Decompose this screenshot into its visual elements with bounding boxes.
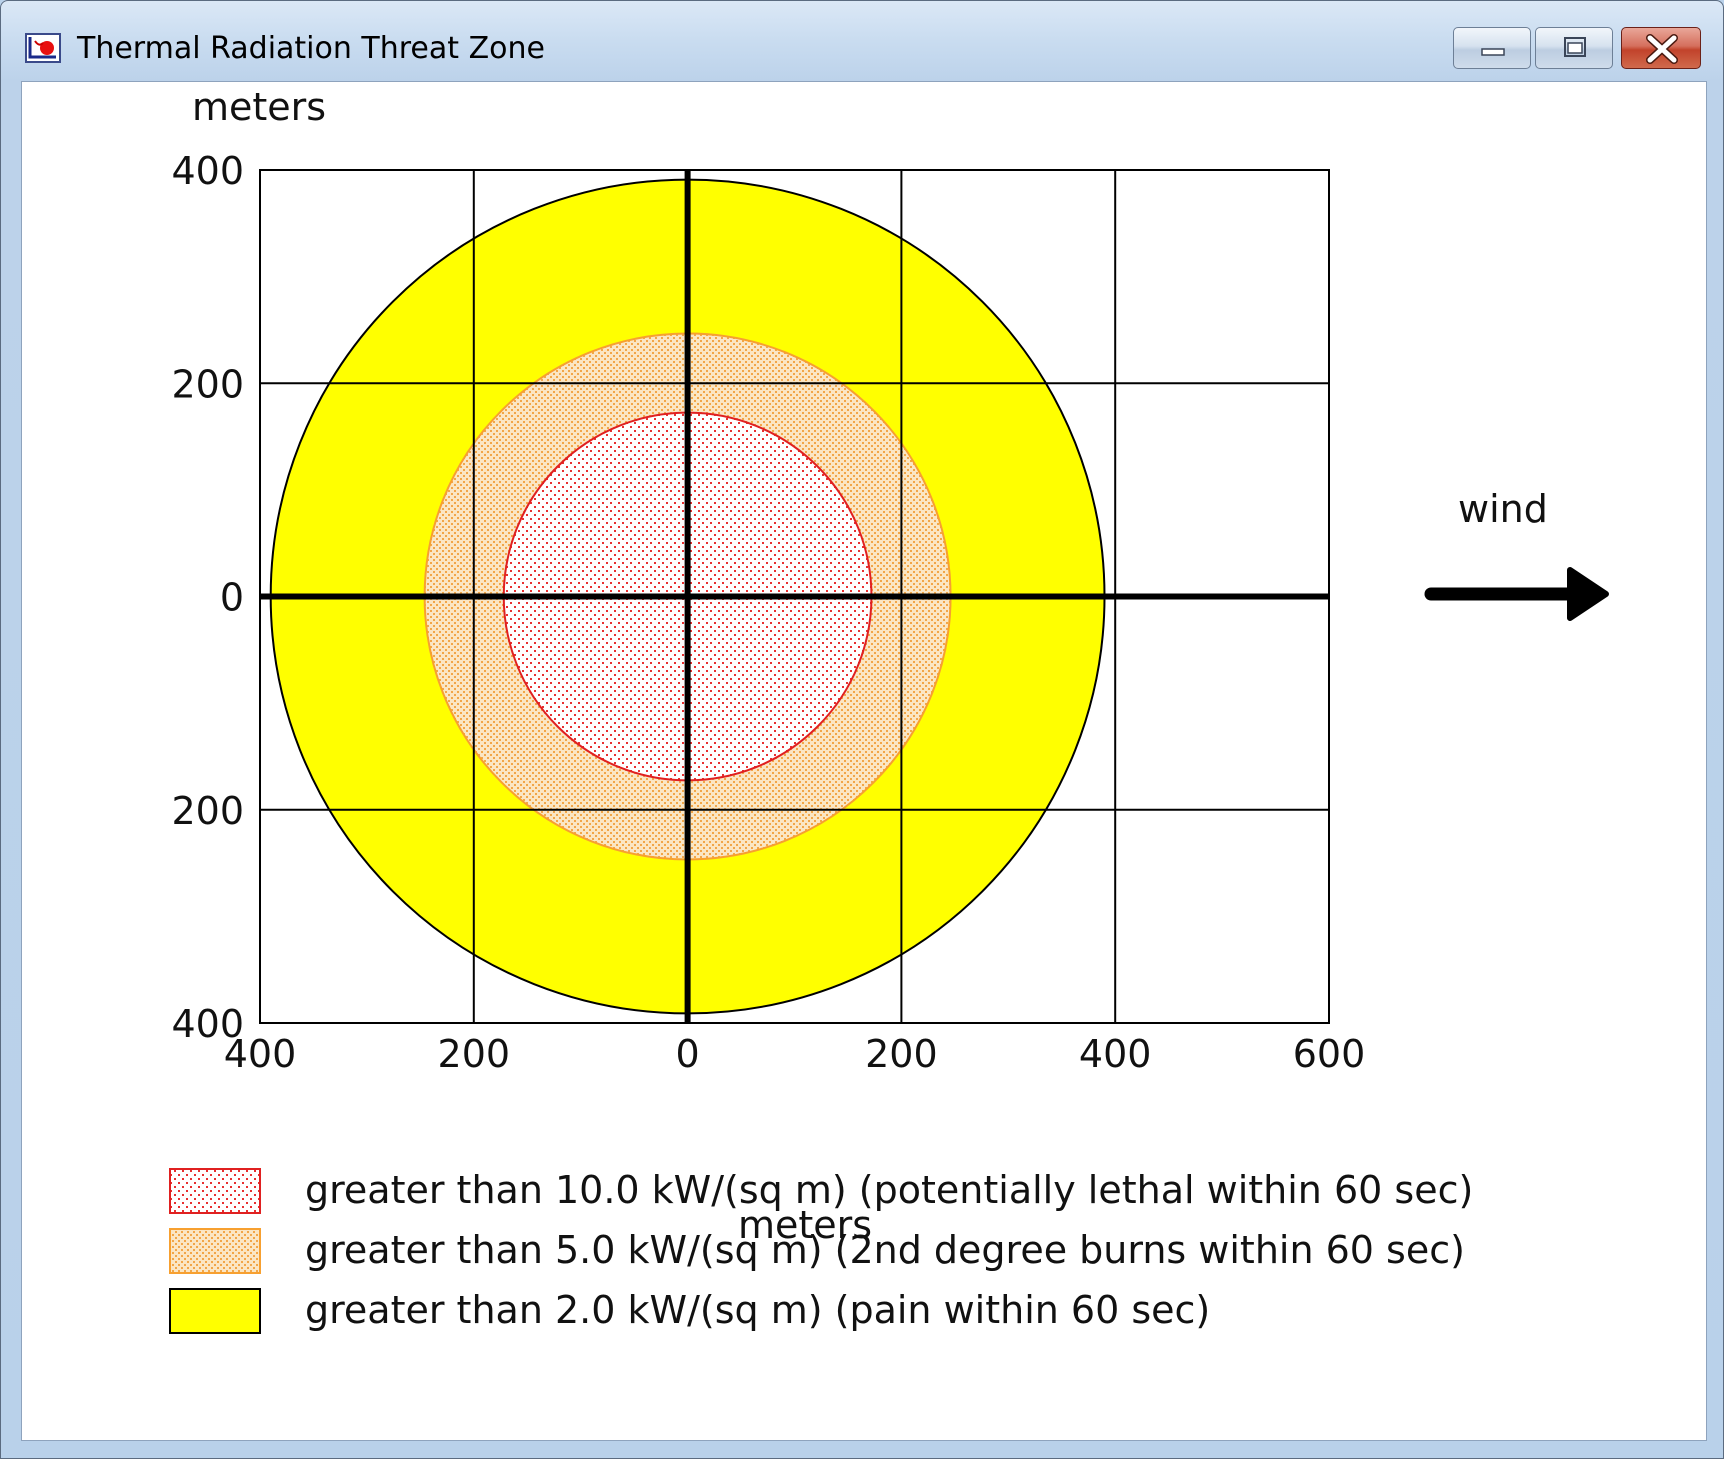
- window-title: Thermal Radiation Threat Zone: [77, 31, 545, 66]
- maximize-icon: [1564, 37, 1586, 57]
- minimize-icon: [1481, 48, 1505, 56]
- x-tick-label: 0: [676, 1032, 700, 1076]
- y-tick-label: 200: [171, 789, 244, 833]
- y-tick-labels: 4002000200400: [171, 149, 244, 1046]
- y-tick-label: 400: [171, 149, 244, 193]
- legend-swatch: [169, 1228, 261, 1274]
- minimize-button[interactable]: [1453, 27, 1531, 69]
- wind-arrow-icon: [1424, 567, 1609, 621]
- client-area: meters 400 200 0 200 400 400 200 0 200 400 600 me…: [21, 81, 1707, 1441]
- x-tick-label: 400: [1079, 1032, 1152, 1076]
- x-tick-labels: 400 200 0 200 400 600: [224, 1032, 1366, 1076]
- title-bar[interactable]: Thermal Radiation Threat Zone: [1, 1, 1723, 81]
- y-tick-label: 200: [171, 362, 244, 406]
- app-window: Thermal Radiation Threat Zone meters 400…: [0, 0, 1724, 1459]
- x-tick-label: 600: [1293, 1032, 1366, 1076]
- close-icon: [1646, 34, 1678, 64]
- legend: greater than 10.0 kW/(sq m) (potentially…: [169, 1168, 1473, 1334]
- x-tick-label: 200: [438, 1032, 511, 1076]
- legend-item-text: greater than 2.0 kW/(sq m) (pain within …: [305, 1288, 1210, 1332]
- maximize-button[interactable]: [1535, 27, 1613, 69]
- legend-swatch: [169, 1288, 261, 1334]
- y-axis-label: meters: [192, 85, 326, 129]
- x-tick-label: 400: [224, 1032, 297, 1076]
- wind-label: wind: [1458, 487, 1548, 531]
- legend-item-text: greater than 5.0 kW/(sq m) (2nd degree b…: [305, 1228, 1465, 1272]
- y-tick-label: 0: [220, 576, 244, 620]
- legend-item-text: greater than 10.0 kW/(sq m) (potentially…: [305, 1168, 1473, 1212]
- app-icon: [25, 33, 61, 63]
- legend-swatch: [169, 1168, 261, 1214]
- threat-zone-plot: meters 4002000200400 400 200 0 200 400 600 me…: [169, 85, 1609, 1334]
- close-button[interactable]: [1621, 27, 1701, 69]
- x-tick-label: 200: [865, 1032, 938, 1076]
